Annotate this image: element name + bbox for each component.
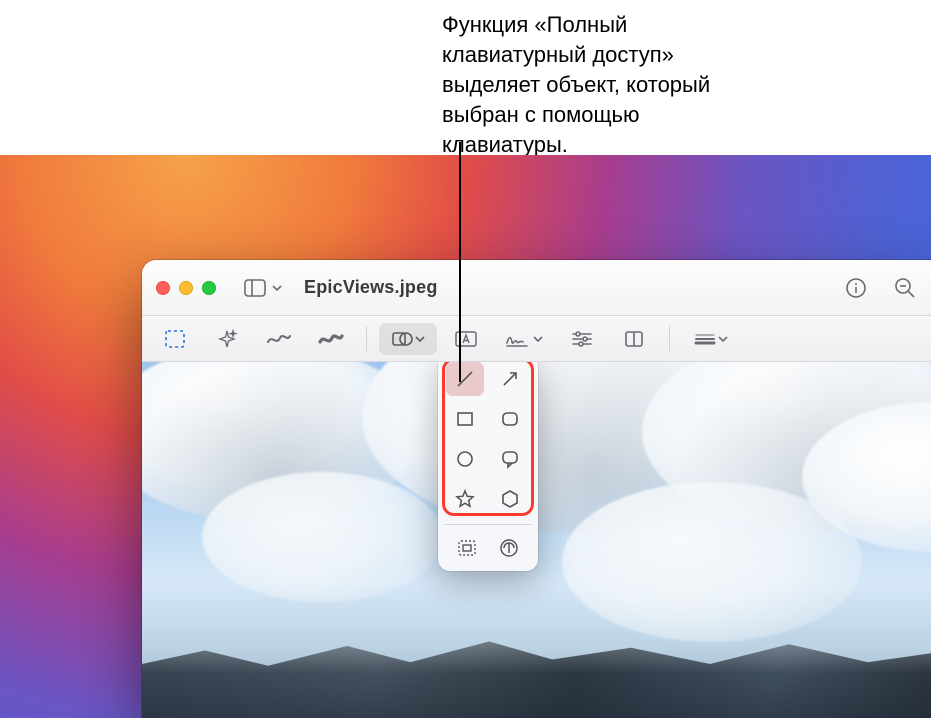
toolbar-separator bbox=[366, 326, 367, 352]
zoom-button[interactable] bbox=[202, 281, 216, 295]
shapes-extra-row bbox=[446, 533, 530, 563]
shapes-icon bbox=[391, 329, 413, 349]
info-button[interactable] bbox=[845, 277, 867, 299]
shape-rounded-rectangle[interactable] bbox=[491, 402, 529, 436]
callout-leader-line bbox=[459, 142, 461, 382]
crop-tool[interactable] bbox=[611, 323, 657, 355]
sparkle-icon bbox=[216, 328, 238, 350]
sign-tool[interactable] bbox=[495, 323, 553, 355]
instant-alpha-tool[interactable] bbox=[204, 323, 250, 355]
window-controls bbox=[156, 281, 216, 295]
shape-hexagon[interactable] bbox=[491, 482, 529, 516]
chevron-down-icon bbox=[272, 284, 282, 292]
speech-bubble-icon bbox=[499, 448, 521, 470]
text-icon bbox=[454, 330, 478, 348]
rounded-rectangle-icon bbox=[499, 408, 521, 430]
sidebar-toggle[interactable] bbox=[238, 275, 288, 301]
loupe-icon bbox=[498, 537, 520, 559]
shape-line[interactable] bbox=[446, 362, 484, 396]
minimize-button[interactable] bbox=[179, 281, 193, 295]
titlebar: EpicViews.jpeg bbox=[142, 260, 931, 316]
adjust-color-tool[interactable] bbox=[559, 323, 605, 355]
popover-separator bbox=[444, 524, 532, 525]
line-icon bbox=[454, 368, 476, 390]
shapes-grid bbox=[446, 362, 530, 516]
shapes-tool[interactable] bbox=[379, 323, 437, 355]
sketch-tool[interactable] bbox=[256, 323, 302, 355]
shape-loupe[interactable] bbox=[491, 533, 527, 563]
sidebar-icon bbox=[244, 279, 266, 297]
shape-arrow[interactable] bbox=[491, 362, 529, 396]
chevron-down-icon bbox=[533, 335, 543, 343]
mountains-snow-decoration bbox=[142, 628, 931, 718]
shape-speech-bubble[interactable] bbox=[491, 442, 529, 476]
close-button[interactable] bbox=[156, 281, 170, 295]
shape-rectangle[interactable] bbox=[446, 402, 484, 436]
chevron-down-icon bbox=[415, 335, 425, 343]
star-icon bbox=[454, 488, 476, 510]
selection-icon bbox=[164, 329, 186, 349]
document-title: EpicViews.jpeg bbox=[304, 277, 438, 298]
search-minus-icon bbox=[893, 276, 917, 300]
mask-icon bbox=[456, 538, 478, 558]
rectangle-icon bbox=[454, 408, 476, 430]
lines-icon bbox=[694, 332, 716, 346]
selection-tool[interactable] bbox=[152, 323, 198, 355]
chevron-down-icon bbox=[718, 335, 728, 343]
toolbar-separator bbox=[669, 326, 670, 352]
shape-oval[interactable] bbox=[446, 442, 484, 476]
border-style-tool[interactable] bbox=[682, 323, 740, 355]
callout-caption: Функция «Полный клавиатурный доступ» выд… bbox=[442, 10, 762, 160]
shape-star[interactable] bbox=[446, 482, 484, 516]
cloud-decoration bbox=[202, 472, 442, 602]
draw-icon bbox=[318, 330, 344, 348]
draw-tool[interactable] bbox=[308, 323, 354, 355]
arrow-icon bbox=[499, 368, 521, 390]
search-button[interactable] bbox=[893, 276, 917, 300]
preview-window: EpicViews.jpeg bbox=[142, 260, 931, 718]
shape-mask[interactable] bbox=[449, 533, 485, 563]
sketch-icon bbox=[266, 330, 292, 348]
crop-icon bbox=[623, 329, 645, 349]
shapes-popover bbox=[438, 362, 538, 571]
markup-toolbar bbox=[142, 316, 931, 362]
info-icon bbox=[845, 277, 867, 299]
text-tool[interactable] bbox=[443, 323, 489, 355]
signature-icon bbox=[505, 330, 531, 348]
hexagon-icon bbox=[499, 488, 521, 510]
sliders-icon bbox=[571, 330, 593, 348]
image-viewport[interactable] bbox=[142, 362, 931, 718]
oval-icon bbox=[454, 448, 476, 470]
